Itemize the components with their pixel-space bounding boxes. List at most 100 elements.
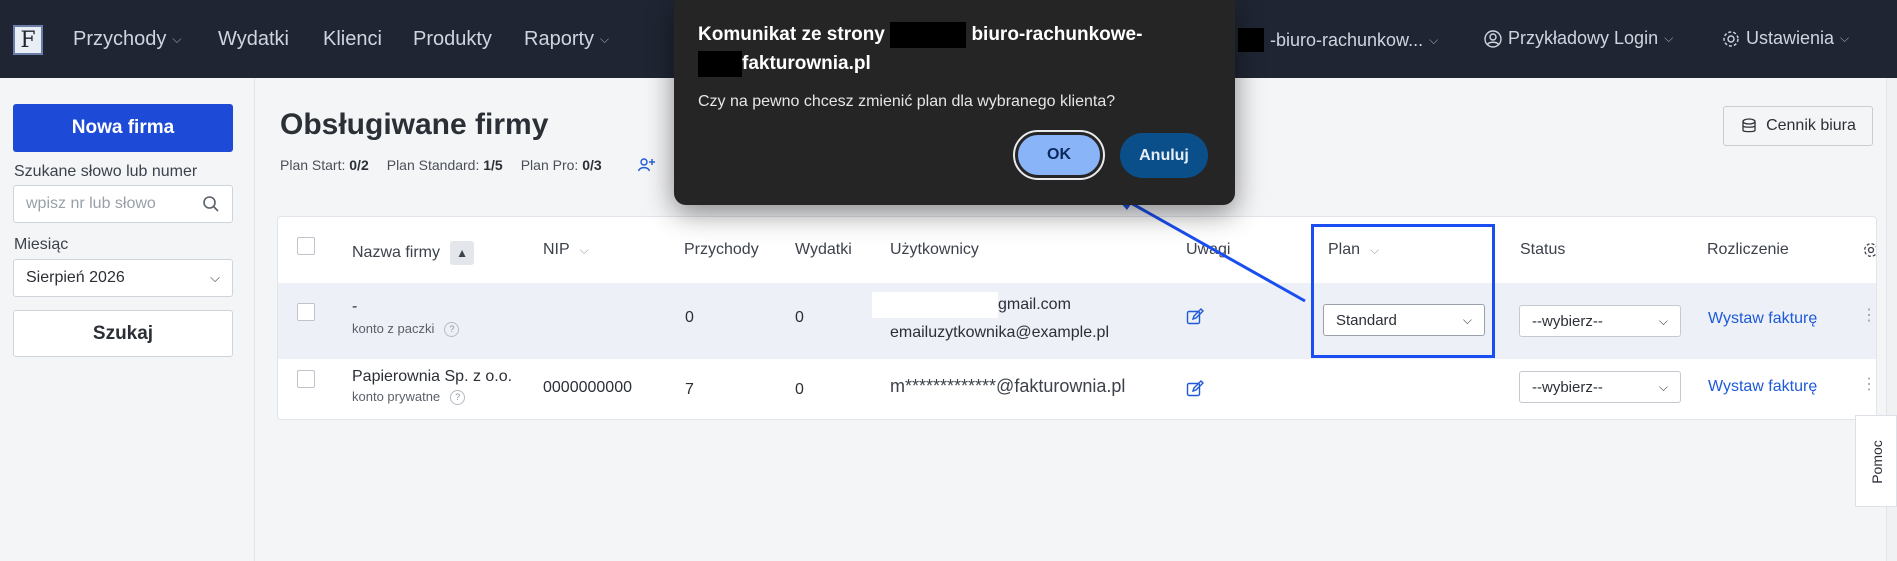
gear-icon[interactable] bbox=[1863, 242, 1877, 258]
nav-label: Raporty bbox=[524, 28, 595, 50]
question-icon[interactable]: ? bbox=[444, 322, 460, 338]
nav-item-przychody[interactable]: Przychody ⌵ bbox=[73, 28, 181, 51]
plan-start-label: Plan Start: bbox=[280, 157, 346, 173]
table-row: Papierownia Sp. z o.o. konto prywatne? 0… bbox=[278, 359, 1876, 419]
firm-subtitle-text: konto prywatne bbox=[352, 389, 441, 404]
status-select[interactable]: --wybierz-- ⌵ bbox=[1519, 305, 1681, 337]
plan-highlight-box bbox=[1311, 224, 1495, 358]
coins-icon bbox=[1742, 118, 1756, 133]
nav-label: Produkty bbox=[413, 28, 492, 50]
th-status: Status bbox=[1520, 241, 1565, 259]
th-nip[interactable]: NIP ⌵ bbox=[543, 241, 589, 259]
nav-label: Przychody bbox=[73, 28, 167, 50]
search-placeholder: wpisz nr lub słowo bbox=[26, 195, 156, 212]
ok-button[interactable]: OK bbox=[1013, 130, 1105, 180]
select-all-checkbox[interactable] bbox=[297, 237, 315, 255]
month-select[interactable]: Sierpień 2026 ⌵ bbox=[13, 259, 233, 297]
firm-subtitle-text: konto z paczki bbox=[352, 321, 435, 336]
table-row: - konto z paczki? 0 0 gmail.com emailuzy… bbox=[278, 283, 1876, 359]
help-label: Pomoc bbox=[1869, 440, 1885, 484]
status-value: --wybierz-- bbox=[1532, 378, 1603, 396]
th-notes: Uwagi bbox=[1186, 241, 1230, 259]
user-email-text: gmail.com bbox=[998, 296, 1071, 313]
status-value: --wybierz-- bbox=[1532, 312, 1603, 330]
plan-standard: Plan Standard: 1/5 bbox=[387, 157, 503, 173]
firm-subtitle: konto prywatne? bbox=[352, 389, 466, 406]
th-label: Rozliczenie bbox=[1707, 241, 1789, 258]
firms-table: Nazwa firmy ▲ NIP ⌵ Przychody Wydatki Użyt… bbox=[277, 216, 1877, 420]
question-icon[interactable]: ? bbox=[450, 390, 466, 406]
th-label: Uwagi bbox=[1186, 241, 1231, 258]
th-expenses: Wydatki bbox=[795, 241, 852, 259]
income-value: 7 bbox=[685, 381, 694, 398]
chevron-down-icon: ⌵ bbox=[1658, 379, 1668, 394]
search-label: Szukane słowo lub numer bbox=[14, 163, 198, 180]
nip-value: 0000000000 bbox=[543, 379, 632, 396]
search-icon bbox=[203, 196, 219, 212]
gear-icon bbox=[1723, 30, 1739, 47]
settings-label: Ustawienia bbox=[1746, 28, 1835, 48]
settings-menu[interactable]: Ustawienia ⌵ bbox=[1722, 28, 1849, 49]
plan-start-value: 0/2 bbox=[349, 157, 369, 173]
firm-name: - bbox=[352, 298, 358, 315]
nav-item-wydatki[interactable]: Wydatki bbox=[218, 28, 289, 51]
logo-letter: F bbox=[20, 27, 36, 53]
price-list-label: Cennik biura bbox=[1766, 117, 1856, 134]
more-icon[interactable]: ⋮ bbox=[1861, 305, 1876, 325]
dialog-title: Komunikat ze strony biuro-rachunkowe- fa… bbox=[698, 20, 1218, 78]
dialog-message: Czy na pewno chcesz zmienić plan dla wyb… bbox=[698, 93, 1116, 110]
chevron-down-icon: ⌵ bbox=[1658, 313, 1668, 328]
chevron-down-icon: ⌵ bbox=[1840, 31, 1850, 45]
user-icon bbox=[1484, 29, 1502, 48]
user-email-1: gmail.com bbox=[872, 292, 1071, 318]
login-menu[interactable]: Przykładowy Login ⌵ bbox=[1484, 28, 1673, 49]
th-label: Status bbox=[1520, 241, 1566, 258]
nav-label: Wydatki bbox=[218, 28, 289, 50]
th-income: Przychody bbox=[684, 241, 759, 259]
row-checkbox[interactable] bbox=[297, 370, 315, 388]
dialog-title-mid: biuro-rachunkowe- bbox=[971, 24, 1143, 45]
dialog-title-end: fakturownia.pl bbox=[742, 53, 871, 74]
sort-up-icon[interactable]: ▲ bbox=[450, 241, 475, 265]
more-icon[interactable]: ⋮ bbox=[1861, 374, 1876, 394]
edit-icon[interactable] bbox=[1186, 308, 1204, 326]
search-input[interactable]: wpisz nr lub słowo bbox=[13, 185, 233, 223]
search-button[interactable]: Szukaj bbox=[13, 310, 233, 357]
status-select[interactable]: --wybierz-- ⌵ bbox=[1519, 371, 1681, 403]
user-email-1: m*************@fakturownia.pl bbox=[890, 376, 1126, 396]
th-label: Wydatki bbox=[795, 241, 852, 258]
price-list-button[interactable]: Cennik biura bbox=[1723, 106, 1873, 146]
cancel-button[interactable]: Anuluj bbox=[1120, 133, 1208, 178]
plan-start: Plan Start: 0/2 bbox=[280, 157, 369, 173]
chevron-down-icon: ⌵ bbox=[210, 270, 220, 285]
income-value: 0 bbox=[685, 309, 694, 326]
plan-pro: Plan Pro: 0/3 bbox=[521, 157, 602, 173]
edit-icon[interactable] bbox=[1186, 380, 1204, 398]
add-user-icon[interactable] bbox=[637, 156, 655, 174]
redacted-block bbox=[698, 50, 742, 77]
row-checkbox[interactable] bbox=[297, 303, 315, 321]
issue-invoice-link[interactable]: Wystaw fakturę bbox=[1708, 310, 1817, 328]
plan-pro-value: 0/3 bbox=[582, 157, 602, 173]
th-label: NIP bbox=[543, 241, 570, 258]
nav-item-klienci[interactable]: Klienci bbox=[323, 28, 382, 51]
th-name[interactable]: Nazwa firmy ▲ bbox=[352, 241, 475, 265]
expenses-value: 0 bbox=[795, 381, 804, 398]
plan-pro-label: Plan Pro: bbox=[520, 157, 579, 173]
account-switcher[interactable]: -biuro-rachunkow... ⌵ bbox=[1238, 28, 1438, 52]
dialog-title-prefix: Komunikat ze strony bbox=[698, 24, 885, 45]
nav-item-produkty[interactable]: Produkty bbox=[413, 28, 492, 51]
issue-invoice-link[interactable]: Wystaw fakturę bbox=[1708, 378, 1817, 396]
redacted-block bbox=[872, 292, 998, 318]
app-logo[interactable]: F bbox=[13, 25, 43, 55]
user-email-2: emailuzytkownika@example.pl bbox=[890, 324, 1109, 341]
chevron-down-icon: ⌵ bbox=[1664, 31, 1674, 45]
firm-name: Papierownia Sp. z o.o. bbox=[352, 368, 513, 385]
month-label: Miesiąc bbox=[14, 236, 69, 253]
help-tab[interactable]: Pomoc bbox=[1855, 415, 1897, 507]
th-billing: Rozliczenie bbox=[1707, 241, 1789, 259]
nav-item-raporty[interactable]: Raporty ⌵ bbox=[524, 28, 609, 51]
expenses-value: 0 bbox=[795, 309, 804, 326]
nav-label: Klienci bbox=[323, 28, 382, 50]
new-firm-button[interactable]: Nowa firma bbox=[13, 104, 233, 152]
